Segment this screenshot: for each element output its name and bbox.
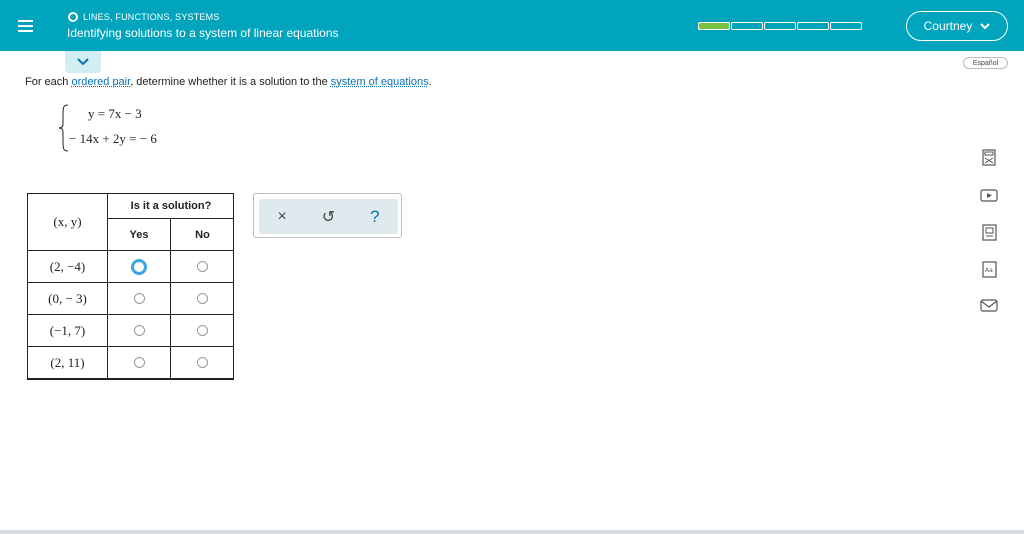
undo-button[interactable]: ↺ (313, 207, 343, 227)
calculator-icon[interactable] (980, 148, 998, 166)
radio-yes[interactable] (133, 293, 145, 304)
prompt-text: . (428, 76, 432, 88)
chevron-down-icon (77, 58, 89, 66)
topic-circle-icon (68, 12, 78, 22)
tools-panel: × ↺ ? (259, 199, 398, 234)
chevron-down-icon (980, 22, 991, 29)
prompt-text: For each (25, 76, 72, 88)
answer-cell-no (171, 347, 234, 379)
header-is-solution: Is it a solution? (108, 194, 234, 219)
answer-cell-yes (108, 347, 171, 379)
question-prompt: For each ordered pair, determine whether… (25, 76, 432, 88)
header-no: No (171, 219, 234, 251)
row-pair-label: (2, −4) (28, 251, 108, 283)
hamburger-line-icon (18, 19, 33, 22)
answer-cell-no (171, 283, 234, 315)
equation-2: − 14x + 2y = − 6 (69, 131, 157, 146)
answer-cell-yes (108, 283, 171, 315)
svg-text:Aa: Aa (985, 267, 993, 274)
topic-line: LINES, FUNCTIONS, SYSTEMS (68, 12, 220, 22)
header-yes: Yes (108, 219, 171, 251)
answer-table: (x, y) Is it a solution? Yes No (2, −4)(… (27, 193, 234, 380)
system-of-equations-link[interactable]: system of equations (331, 76, 429, 88)
answer-cell-no (171, 251, 234, 283)
hamburger-line-icon (18, 24, 33, 27)
progress-segment (830, 22, 862, 30)
dictionary-icon[interactable]: Aa (980, 260, 998, 278)
top-header-bar: LINES, FUNCTIONS, SYSTEMS Identifying so… (0, 0, 1024, 51)
radio-no[interactable] (197, 293, 208, 304)
progress-segment (797, 22, 829, 30)
progress-bar (698, 22, 863, 30)
clear-button[interactable]: × (267, 208, 297, 226)
user-name: Courtney (923, 19, 973, 33)
prompt-text: , determine whether it is a solution to … (130, 76, 331, 88)
equation-system: y = 7x − 3 − 14x + 2y = − 6 (58, 104, 198, 154)
progress-segment (731, 22, 763, 30)
mail-icon[interactable] (980, 296, 998, 314)
video-icon[interactable] (980, 186, 998, 204)
lesson-title: Identifying solutions to a system of lin… (67, 26, 339, 40)
topic-label: LINES, FUNCTIONS, SYSTEMS (83, 12, 220, 22)
row-pair-label: (0, − 3) (28, 283, 108, 315)
radio-no[interactable] (197, 261, 208, 272)
ordered-pair-link[interactable]: ordered pair (71, 76, 130, 88)
progress-segment (698, 22, 730, 30)
radio-yes[interactable] (133, 357, 145, 368)
hamburger-line-icon (18, 29, 33, 32)
radio-yes[interactable] (131, 258, 147, 275)
row-pair-label: (−1, 7) (28, 315, 108, 347)
answer-tools: × ↺ ? (253, 193, 402, 238)
radio-yes[interactable] (133, 325, 145, 336)
expand-lesson-button[interactable] (65, 51, 101, 73)
textbook-icon[interactable] (980, 223, 998, 241)
answer-cell-yes (108, 315, 171, 347)
language-toggle-button[interactable]: Español (963, 57, 1008, 69)
bottom-bar (0, 530, 1024, 534)
row-pair-label: (2, 11) (28, 347, 108, 379)
header-xy: (x, y) (28, 194, 108, 251)
menu-button[interactable] (0, 0, 51, 51)
help-button[interactable]: ? (360, 207, 390, 227)
answer-cell-no (171, 315, 234, 347)
radio-no[interactable] (197, 357, 208, 368)
progress-segment (764, 22, 796, 30)
equation-1: y = 7x − 3 (88, 106, 142, 121)
user-menu-button[interactable]: Courtney (906, 11, 1008, 41)
radio-no[interactable] (197, 325, 208, 336)
answer-cell-yes (108, 251, 171, 283)
